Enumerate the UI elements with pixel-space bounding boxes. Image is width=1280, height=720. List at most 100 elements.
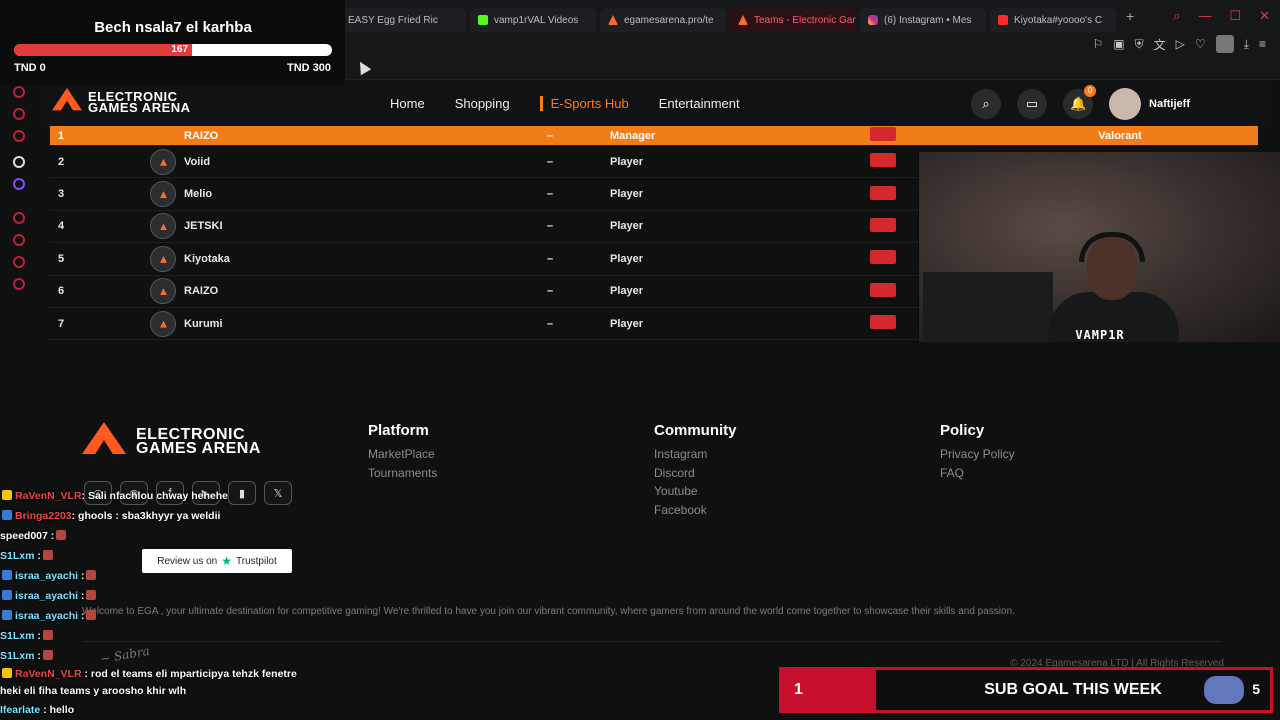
nav-item-e-sports-hub[interactable]: E-Sports Hub — [539, 95, 629, 111]
browser-tab[interactable]: egamesarena.pro/te — [600, 8, 726, 32]
footer-community-link[interactable]: Youtube — [654, 482, 737, 501]
footer-platform-column: Platform MarketPlace Tournaments — [368, 422, 437, 482]
username: Naftijeff — [1149, 98, 1190, 110]
player-cell: Melio — [150, 181, 490, 208]
sidebar-icon[interactable] — [13, 86, 25, 98]
close-icon[interactable]: ✕ — [1259, 8, 1270, 24]
chat-username: Ifearlate — [0, 704, 41, 716]
wallet-button[interactable]: ▭ — [1017, 89, 1048, 119]
row-number: 6 — [58, 285, 65, 298]
nav-item-home[interactable]: Home — [390, 96, 425, 111]
chat-message: Bringa2203: ghools : sba3khyyr ya weldii — [0, 506, 300, 526]
menu-icon[interactable]: ≡ — [1259, 37, 1266, 51]
footer-community-link[interactable]: Discord — [654, 464, 737, 483]
chat-message: S1Lxm : — [0, 646, 300, 666]
nav-item-shopping[interactable]: Shopping — [455, 96, 510, 111]
player-avatar — [150, 181, 176, 208]
download-icon[interactable]: ⤓ — [1244, 37, 1249, 52]
screenshot-icon[interactable]: ▣ — [1113, 37, 1124, 51]
webcam-overlay: VAMP1R — [918, 152, 1280, 342]
stream-chat-overlay: RaVenN_VLR: Sali nfachlou chway hehehe Br… — [0, 486, 300, 720]
table-row[interactable]: 1 RAIZO – Manager Valorant — [50, 126, 1258, 146]
nav-item-entertainment[interactable]: Entertainment — [659, 96, 740, 111]
site-logo[interactable]: ELECTRONIC GAMES ARENA — [52, 88, 191, 116]
donation-progress-bar: 167 — [14, 44, 332, 56]
minimize-icon[interactable]: — — [1198, 8, 1211, 24]
row-number: 1 — [58, 129, 65, 142]
profile-avatar[interactable] — [1215, 35, 1234, 53]
footer-platform-link[interactable]: Tournaments — [368, 464, 437, 483]
chat-text: : — [78, 610, 85, 622]
row-number: 4 — [58, 220, 65, 233]
browser-tab[interactable]: Teams - Electronic Game — [730, 8, 856, 32]
chat-message: RaVenN_VLR: Sali nfachlou chway hehehe — [0, 486, 300, 506]
flag-icon — [870, 153, 896, 168]
flag-icon — [870, 185, 896, 200]
role-cell: Player — [610, 155, 644, 168]
chat-emote-icon — [86, 610, 97, 620]
footer-logo[interactable]: ELECTRONIC GAMES ARENA — [82, 422, 261, 462]
sidebar-icon[interactable] — [13, 108, 25, 120]
donation-current-value: 167 — [171, 44, 189, 55]
browser-tab[interactable]: EASY Egg Fried Ric — [340, 8, 466, 32]
avatar — [1109, 88, 1142, 120]
chat-username: S1Lxm — [0, 630, 35, 642]
chat-emote-icon — [42, 630, 53, 640]
sidebar-icon[interactable] — [13, 130, 25, 142]
chat-text: : — [34, 650, 41, 662]
settings-icon[interactable] — [13, 278, 25, 290]
chat-badge-icon — [2, 570, 12, 580]
sidebar-icon[interactable] — [13, 212, 25, 224]
clock-icon[interactable] — [13, 256, 25, 268]
chat-emote-icon — [86, 570, 97, 580]
history-icon[interactable] — [13, 234, 25, 246]
heart-icon[interactable]: ♡ — [1195, 37, 1206, 51]
browser-tab[interactable]: Kiyotaka#yoooo's C — [990, 8, 1116, 32]
row-number: 3 — [58, 188, 65, 201]
chat-message: israa_ayachi : — [0, 606, 300, 626]
chat-badge-icon — [2, 590, 12, 600]
chat-username: Bringa2203 — [15, 510, 72, 522]
chat-username: israa_ayachi — [15, 590, 79, 602]
tab-strip: EASY Egg Fried Ric vamp1rVAL Videos egames… — [340, 8, 1140, 32]
player-cell: RAIZO — [150, 278, 490, 305]
new-tab-button[interactable]: + — [1120, 8, 1140, 32]
site-header: ELECTRONIC GAMES ARENA Home Shopping E-Spo… — [40, 80, 1270, 126]
maximize-icon[interactable]: ☐ — [1229, 8, 1241, 24]
notifications-button[interactable]: 🔔 0 — [1063, 85, 1097, 119]
footer-policy-link[interactable]: FAQ — [940, 464, 1015, 483]
search-button[interactable]: ⌕ — [971, 89, 1002, 119]
window-controls: ⌕ — ☐ ✕ — [1173, 8, 1270, 24]
chat-message: S1Lxm : — [0, 546, 300, 566]
player-cell: Kiyotaka — [150, 245, 490, 272]
footer-policy-link[interactable]: Privacy Policy — [940, 445, 1015, 464]
footer-platform-link[interactable]: MarketPlace — [368, 445, 437, 464]
tab-favicon-icon — [738, 15, 748, 25]
logo-text-line2: GAMES ARENA — [88, 100, 191, 115]
shield-icon[interactable]: ⛨ — [1135, 37, 1144, 52]
chat-username: speed007 — [0, 530, 48, 542]
search-icon[interactable]: ⌕ — [1173, 8, 1180, 24]
player-avatar — [150, 148, 176, 175]
row-dash: – — [546, 129, 554, 142]
footer-community-link[interactable]: Instagram — [654, 445, 737, 464]
chat-badge-icon — [2, 510, 12, 520]
bookmark-icon[interactable]: ⚐ — [1093, 37, 1104, 51]
player-cell: RAIZO — [150, 130, 490, 142]
play-icon[interactable]: ▷ — [1176, 37, 1185, 51]
browser-sidebar — [0, 80, 40, 300]
sub-goal-widget: 1 SUB GOAL THIS WEEK 5 — [779, 667, 1273, 713]
footer-community-link[interactable]: Facebook — [654, 501, 737, 520]
flag-cell — [870, 127, 990, 144]
flag-icon — [870, 282, 896, 297]
player-name: Kurumi — [184, 317, 223, 330]
browser-tab[interactable]: (6) Instagram • Mes — [860, 8, 986, 32]
user-menu[interactable]: Naftijeff — [1109, 88, 1190, 120]
sidebar-icon[interactable] — [13, 156, 25, 168]
role-cell: Player — [610, 317, 644, 330]
donation-min-label: TND 0 — [14, 62, 46, 74]
translate-icon[interactable]: 文 — [1154, 36, 1166, 53]
twitch-icon[interactable] — [13, 178, 25, 190]
row-dash: – — [546, 155, 554, 168]
browser-tab[interactable]: vamp1rVAL Videos — [470, 8, 596, 32]
